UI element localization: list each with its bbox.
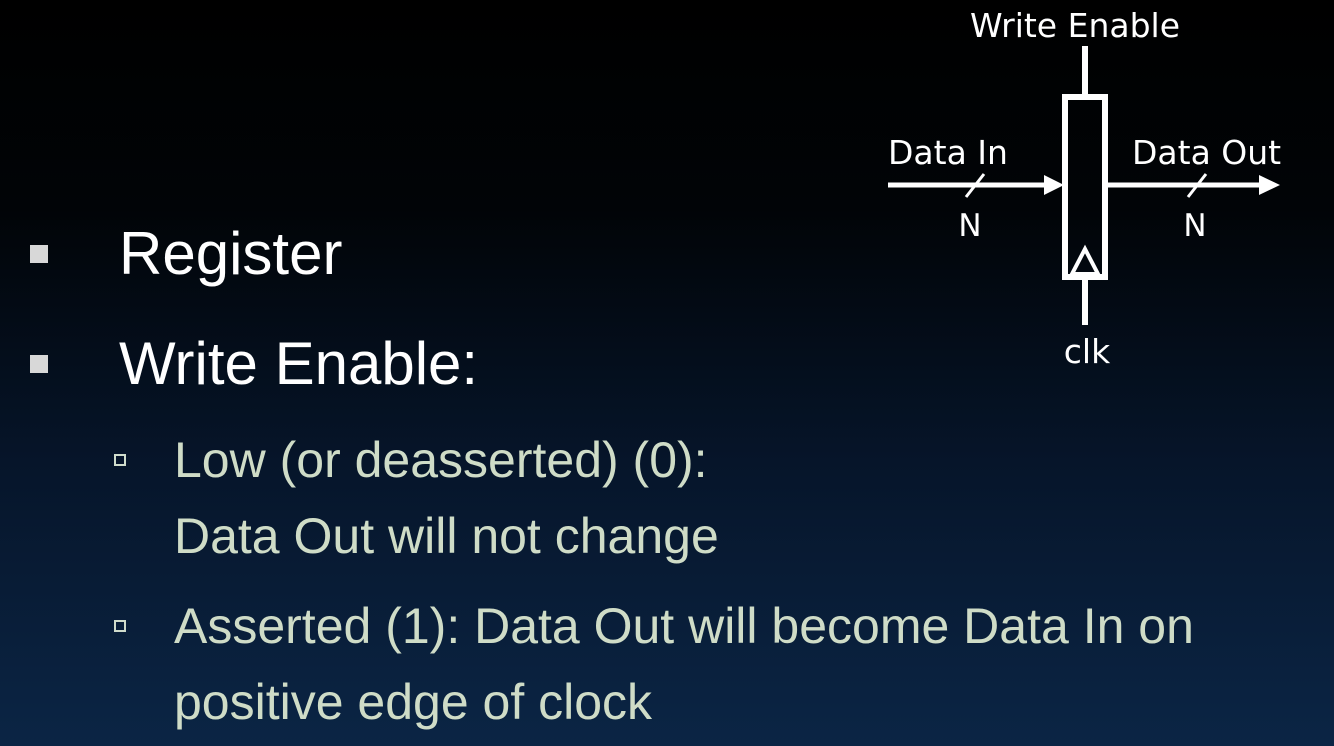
- sub-bullet-low-line2: Data Out will not change: [174, 508, 719, 564]
- bullet-write-enable-text: Write Enable:: [119, 330, 479, 397]
- sub-bullet-square-icon: [114, 454, 126, 466]
- sub-bullet-asserted: Asserted (1): Data Out will become Data …: [0, 588, 1334, 740]
- sub-bullet-square-icon: [114, 620, 126, 632]
- slide: Write Enable Data In Data Out N N clk Re…: [0, 0, 1334, 746]
- data-in-arrowhead: [1044, 175, 1064, 195]
- sub-bullet-asserted-line2: positive edge of clock: [174, 674, 653, 730]
- bullet-square-icon: [30, 245, 48, 263]
- sub-bullet-low-line1: Low (or deasserted) (0):: [174, 432, 708, 488]
- sub-bullet-low: Low (or deasserted) (0): Data Out will n…: [0, 422, 1334, 574]
- data-in-label: Data In: [888, 133, 1008, 172]
- bullet-write-enable: Write Enable:: [0, 324, 1334, 404]
- sub-bullet-asserted-line1: Asserted (1): Data Out will become Data …: [174, 598, 1194, 654]
- sub-bullet-low-text: Low (or deasserted) (0): Data Out will n…: [174, 422, 1334, 574]
- bullet-register: Register: [0, 214, 1334, 294]
- bullet-register-text: Register: [119, 220, 343, 287]
- sub-bullet-asserted-text: Asserted (1): Data Out will become Data …: [174, 588, 1334, 740]
- bullet-square-icon: [30, 355, 48, 373]
- write-enable-label: Write Enable: [970, 6, 1180, 45]
- data-out-label: Data Out: [1132, 133, 1281, 172]
- data-out-arrowhead: [1259, 175, 1280, 195]
